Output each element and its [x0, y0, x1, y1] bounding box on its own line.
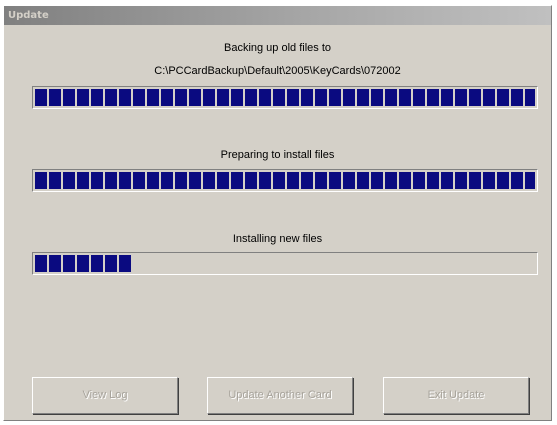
- backup-step-label: Backing up old files to: [223, 42, 331, 54]
- install-progress-fill: [35, 255, 133, 272]
- exit-update-button[interactable]: Exit Update: [383, 377, 529, 414]
- window-title: Update: [4, 6, 551, 25]
- prepare-progress-bar: [32, 169, 538, 192]
- view-log-button[interactable]: View Log: [32, 377, 178, 414]
- install-step-label: Installing new files: [232, 233, 323, 245]
- prepare-step-label: Preparing to install files: [220, 149, 335, 161]
- install-progress-bar: [32, 252, 538, 275]
- update-window: Update Backing up old files to C:\PCCard…: [3, 5, 552, 421]
- update-another-card-button[interactable]: Update Another Card: [207, 377, 353, 414]
- prepare-progress-fill: [35, 172, 535, 189]
- backup-path-text: C:\PCCardBackup\Default\2005\KeyCards\07…: [154, 65, 401, 77]
- backup-progress-fill: [35, 89, 535, 106]
- backup-progress-bar: [32, 86, 538, 109]
